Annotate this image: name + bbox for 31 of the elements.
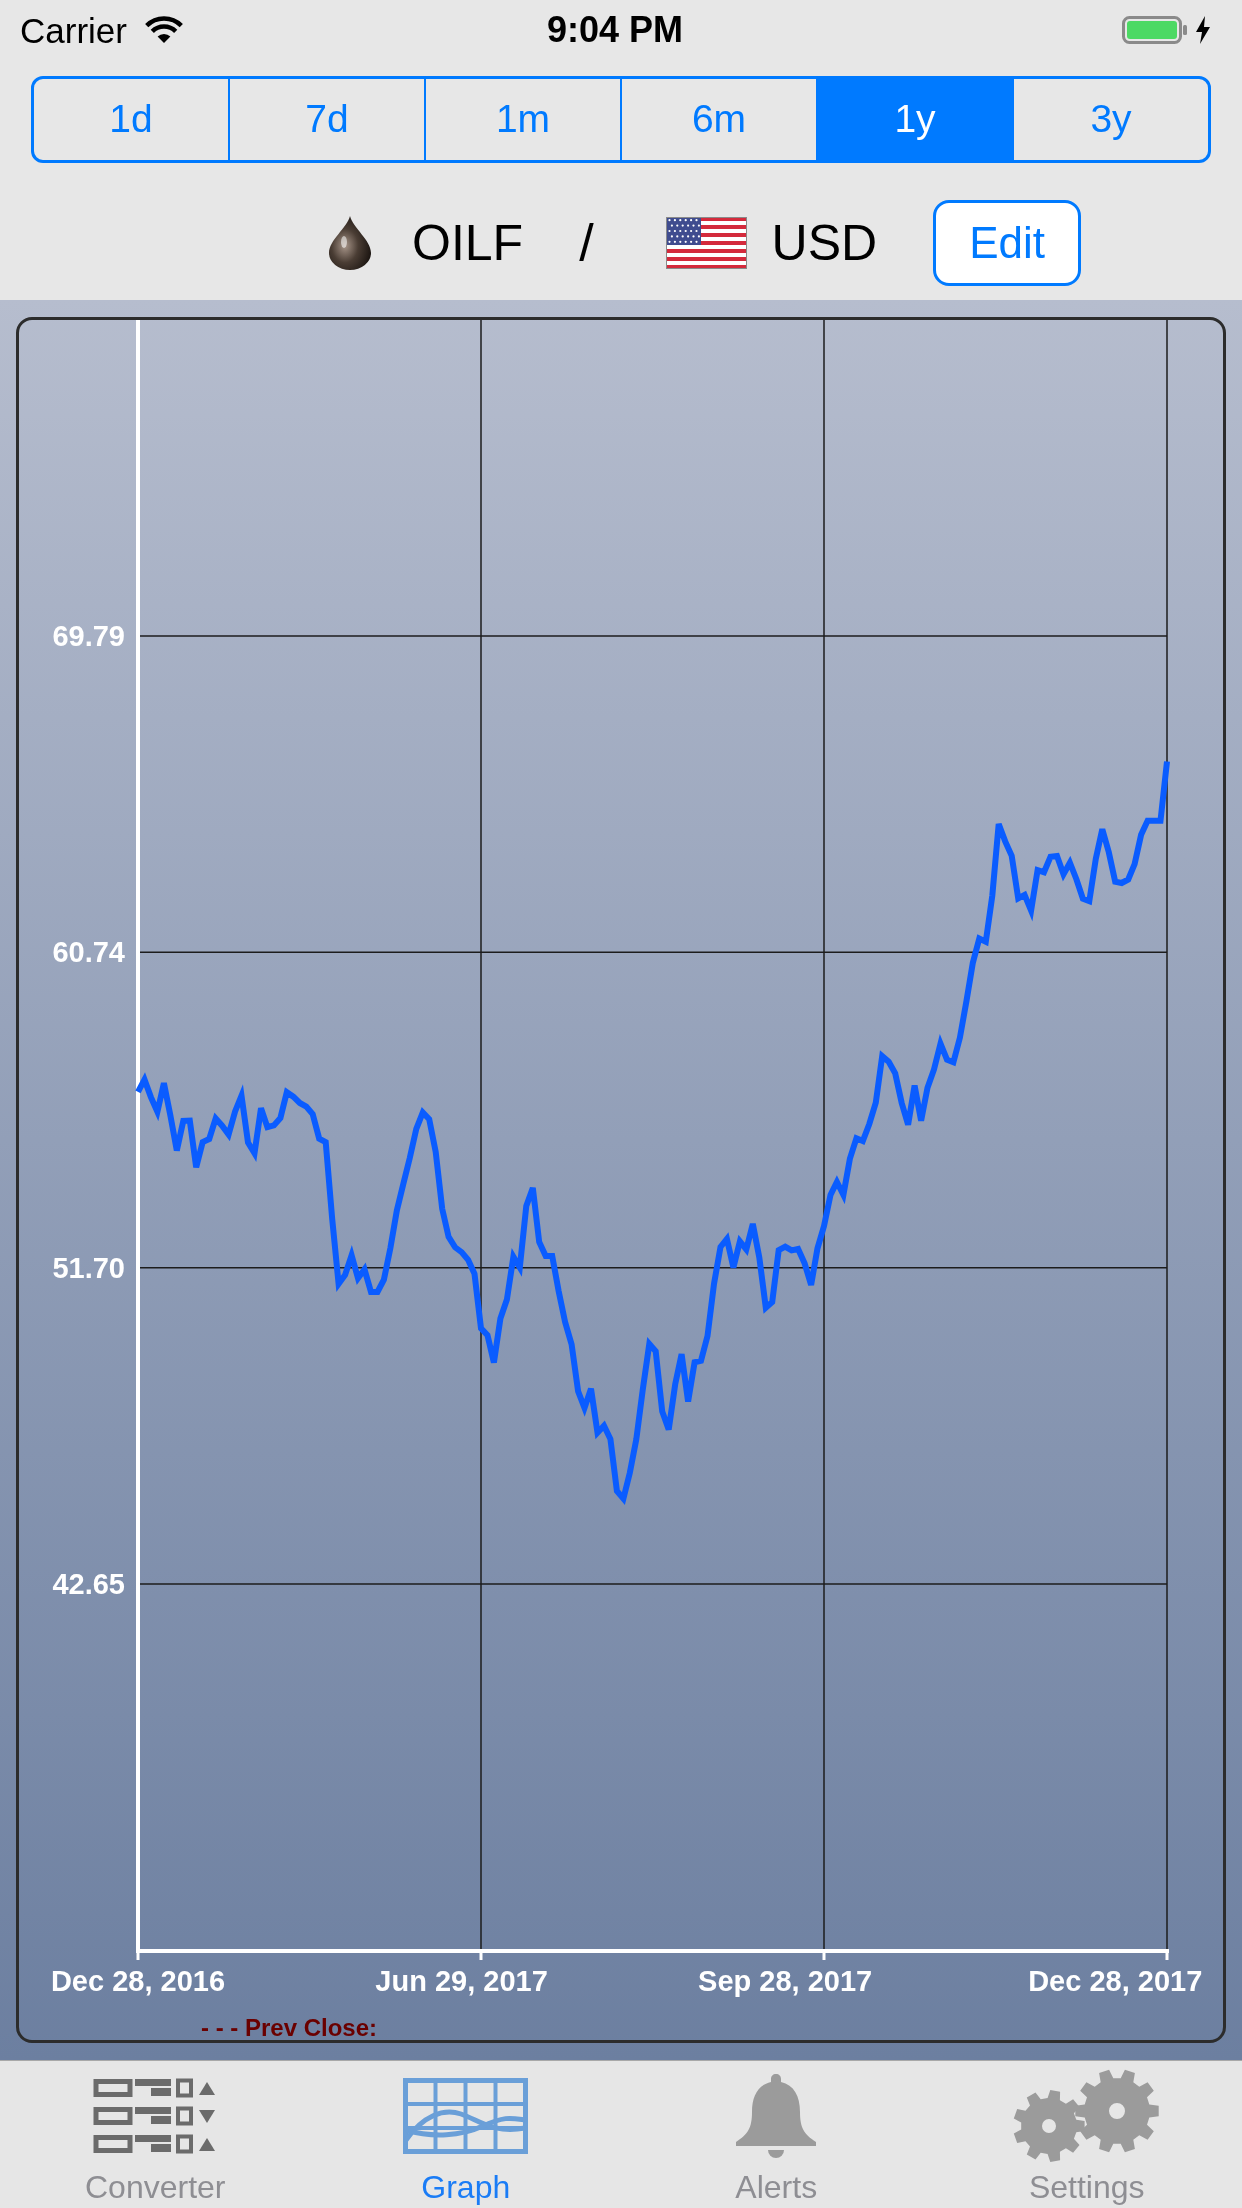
y-axis-label: 60.74: [52, 936, 125, 969]
range-tab[interactable]: 1y: [816, 79, 1012, 160]
table-rows-icon: [92, 2077, 218, 2154]
bell-icon: [734, 2071, 819, 2160]
line-graph-icon: [403, 2077, 529, 2154]
y-axis-label: 42.65: [52, 1567, 125, 1600]
oil-drop-icon: [327, 214, 373, 271]
x-axis-label: Dec 28, 2017: [1028, 1965, 1203, 1997]
tab-bar-item[interactable]: Alerts: [621, 2061, 932, 2208]
x-axis-label: Jun 29, 2017: [375, 1965, 548, 1997]
prev-close-legend: - - - Prev Close:: [201, 2013, 378, 2040]
battery-icon: [1122, 16, 1188, 44]
x-axis-label: Dec 28, 2016: [50, 1965, 226, 1997]
range-tab[interactable]: 7d: [228, 79, 424, 160]
range-tab[interactable]: 1d: [34, 79, 228, 160]
tab-bar-item[interactable]: Graph: [310, 2061, 621, 2208]
range-tab[interactable]: 3y: [1012, 79, 1208, 160]
edit-button[interactable]: Edit: [933, 199, 1082, 286]
y-axis-label: 69.79: [52, 620, 125, 653]
x-axis-label: Sep 28, 2017: [698, 1965, 873, 1997]
quote-currency: USD: [771, 217, 878, 268]
y-axis-label: 51.70: [52, 1251, 125, 1284]
carrier-name: Carrier: [20, 12, 127, 48]
charging-bolt-icon: [1196, 16, 1210, 44]
flag-icon: [665, 216, 747, 269]
tab-bar-item[interactable]: Settings: [931, 2061, 1242, 2208]
status-time: 9:04 PM: [546, 12, 684, 48]
pair-separator: /: [579, 216, 594, 269]
range-tab[interactable]: 1m: [424, 79, 620, 160]
base-currency: OILF: [412, 217, 524, 268]
tab-bar-item[interactable]: Converter: [0, 2061, 311, 2208]
